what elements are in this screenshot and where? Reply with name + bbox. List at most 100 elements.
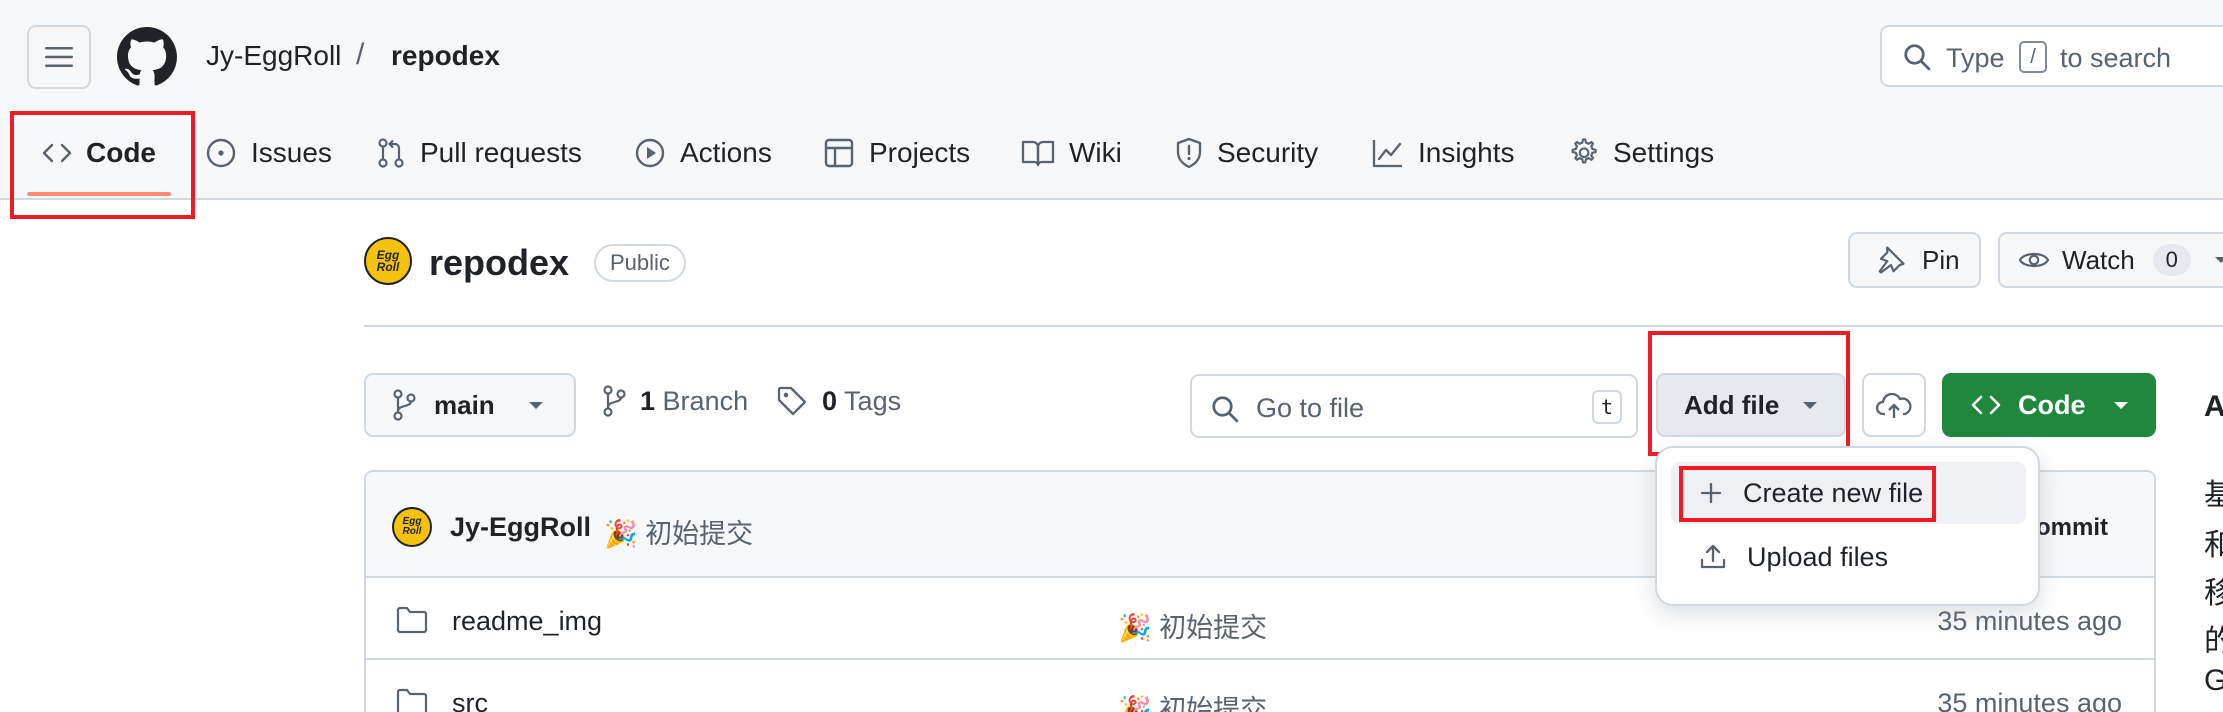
- file-commit-time: 35 minutes ago: [1937, 606, 2122, 636]
- tab-label: Insights: [1418, 137, 1515, 168]
- issue-icon: [206, 138, 236, 168]
- tab-code[interactable]: Code: [42, 128, 156, 178]
- table-row[interactable]: src 🎉 初始提交 35 minutes ago: [366, 660, 2154, 712]
- shield-icon: [1176, 137, 1202, 169]
- go-to-file-placeholder: Go to file: [1256, 393, 1365, 423]
- branch-name: main: [434, 389, 495, 420]
- watch-count: 0: [2152, 244, 2191, 276]
- play-icon: [635, 138, 665, 168]
- tab-label: Wiki: [1069, 137, 1122, 168]
- tab-projects[interactable]: Projects: [823, 128, 970, 178]
- go-to-file-input[interactable]: Go to file t: [1190, 374, 1638, 438]
- branches-count: 1: [640, 385, 656, 416]
- tags-link[interactable]: 0 Tags: [776, 385, 901, 417]
- watch-label: Watch: [2062, 244, 2135, 275]
- watch-button[interactable]: Watch 0: [1998, 232, 2223, 288]
- tab-label: Actions: [680, 137, 772, 168]
- add-file-label: Add file: [1684, 389, 1780, 420]
- commit-author[interactable]: Jy-EggRoll: [450, 512, 591, 543]
- breadcrumb-owner[interactable]: Jy-EggRoll: [206, 40, 341, 72]
- file-commit-message[interactable]: 🎉 初始提交: [1118, 688, 1267, 712]
- tab-wiki[interactable]: Wiki: [1021, 128, 1122, 178]
- menu-item-label: Upload files: [1747, 541, 1889, 572]
- branches-link[interactable]: 1 Branch: [602, 385, 748, 417]
- graph-icon: [1372, 140, 1402, 168]
- chevron-down-icon: [2113, 402, 2128, 409]
- code-icon: [1971, 395, 2001, 415]
- about-text-fragment: G: [2204, 664, 2223, 697]
- menu-item-create-new-file[interactable]: Create new file: [1671, 462, 2026, 524]
- chevron-down-icon: [1803, 402, 1818, 409]
- chevron-down-icon: [528, 402, 543, 409]
- tab-settings[interactable]: Settings: [1567, 128, 1714, 178]
- header-divider: [364, 325, 2223, 327]
- commit-author-avatar[interactable]: Egg Roll: [392, 507, 432, 547]
- about-text-fragment: 基: [2204, 479, 2223, 512]
- breadcrumb-separator: /: [356, 38, 365, 71]
- active-tab-indicator: [27, 192, 171, 196]
- search-icon: [1904, 44, 1931, 71]
- tags-count: 0: [822, 385, 838, 416]
- app-header: Jy-EggRoll / repodex Type / to search Co…: [0, 0, 2223, 200]
- search-suffix-text: to search: [2060, 43, 2172, 73]
- go-to-file-shortcut: t: [1592, 390, 1622, 424]
- breadcrumb-repo[interactable]: repodex: [391, 40, 500, 72]
- about-text-fragment: 的: [2204, 625, 2223, 658]
- upload-icon: [1700, 544, 1726, 569]
- code-icon: [42, 143, 72, 163]
- code-button-label: Code: [2018, 389, 2086, 420]
- repo-owner-avatar: Egg Roll: [364, 237, 412, 285]
- tab-issues[interactable]: Issues: [205, 128, 332, 178]
- about-text-fragment: 和: [2204, 529, 2223, 562]
- add-file-button[interactable]: Add file: [1656, 373, 1846, 437]
- tag-icon: [777, 386, 807, 416]
- tab-label: Projects: [869, 137, 971, 168]
- search-icon: [1212, 396, 1239, 423]
- branch-selector[interactable]: main: [364, 373, 576, 437]
- tab-security[interactable]: Security: [1175, 128, 1318, 178]
- branch-icon: [393, 389, 416, 421]
- file-name[interactable]: src: [452, 688, 488, 712]
- menu-button[interactable]: [27, 25, 91, 89]
- tab-label: Code: [86, 137, 156, 168]
- global-search-input[interactable]: Type / to search: [1880, 25, 2223, 87]
- tab-label: Security: [1217, 137, 1319, 168]
- chevron-down-icon: [2214, 257, 2223, 263]
- commit-message[interactable]: 🎉 初始提交: [604, 512, 753, 551]
- repo-title[interactable]: repodex: [429, 242, 569, 284]
- menu-item-upload-files[interactable]: Upload files: [1671, 526, 2026, 588]
- search-prefix-text: Type: [1946, 43, 2005, 73]
- tab-label: Settings: [1613, 137, 1715, 168]
- pin-button[interactable]: Pin: [1848, 232, 1981, 288]
- pin-label: Pin: [1922, 244, 1960, 275]
- hamburger-icon: [45, 47, 73, 67]
- code-clone-button[interactable]: Code: [1942, 373, 2156, 437]
- github-logo-icon[interactable]: [117, 27, 177, 87]
- add-file-menu: Create new file Upload files: [1655, 446, 2040, 606]
- file-name[interactable]: readme_img: [452, 606, 602, 637]
- about-text-fragment: 移: [2204, 577, 2223, 610]
- file-commit-message[interactable]: 🎉 初始提交: [1118, 606, 1267, 645]
- codespaces-button[interactable]: [1862, 373, 1926, 437]
- branch-icon: [603, 385, 626, 417]
- pin-icon: [1878, 246, 1905, 274]
- repo-nav-tabs: Code Issues Pull requests Actions Projec…: [0, 128, 1800, 200]
- tags-label: Tags: [844, 385, 902, 416]
- tab-pull-requests[interactable]: Pull requests: [376, 128, 582, 178]
- commit-count-link[interactable]: ommit: [2036, 514, 2108, 542]
- file-commit-time: 35 minutes ago: [1937, 688, 2122, 712]
- pull-request-icon: [378, 138, 404, 168]
- tab-actions[interactable]: Actions: [634, 128, 772, 178]
- eye-icon: [2018, 252, 2050, 268]
- tab-insights[interactable]: Insights: [1372, 128, 1515, 178]
- visibility-badge: Public: [594, 244, 686, 282]
- gear-icon: [1571, 138, 1597, 164]
- search-shortcut-key: /: [2019, 41, 2047, 73]
- plus-icon: [1700, 482, 1722, 504]
- book-icon: [1021, 140, 1055, 167]
- folder-icon: [396, 688, 428, 712]
- menu-item-label: Create new file: [1743, 477, 1924, 508]
- branches-label: Branch: [662, 385, 749, 416]
- tab-label: Issues: [251, 137, 332, 168]
- cloud-upload-icon: [1876, 392, 1912, 418]
